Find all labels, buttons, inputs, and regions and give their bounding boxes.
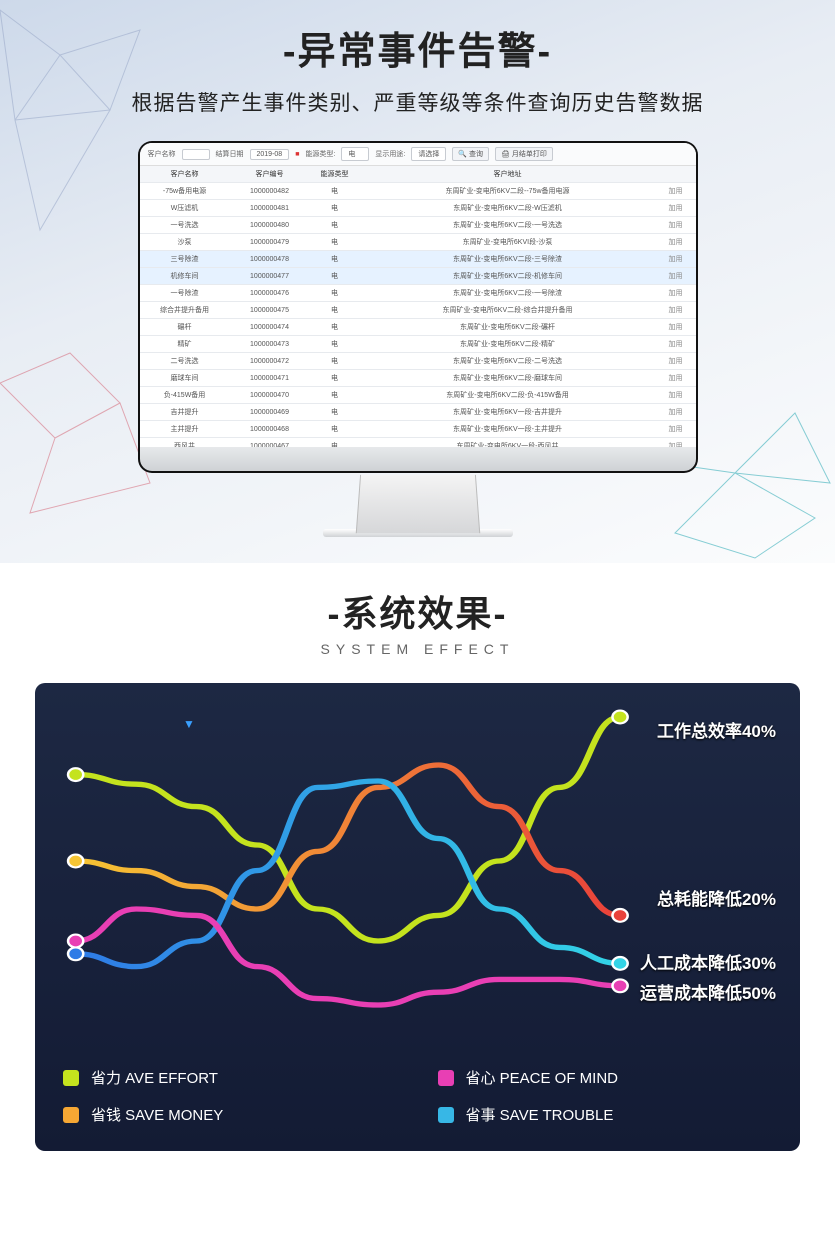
table-row[interactable]: 二号洗选1000000472电东周矿业-变电所6KV二段-二号洗选加用 xyxy=(140,353,696,370)
column-header: 客户地址 xyxy=(360,166,656,183)
effect-section: -系统效果- SYSTEM EFFECT ▼ 工作总效率40%总耗能降低20%人… xyxy=(0,563,835,1151)
legend-swatch xyxy=(438,1107,454,1123)
date-input[interactable]: 2019-08 xyxy=(250,149,290,160)
alarm-section: -异常事件告警- 根据告警产生事件类别、严重等级等条件查询历史告警数据 客户名称… xyxy=(0,0,835,563)
legend-label: 省钱 SAVE MONEY xyxy=(91,1104,223,1125)
table-row[interactable]: W压滤机1000000481电东周矿业-变电所6KV二段-W压滤机加用 xyxy=(140,200,696,217)
series-start-dot xyxy=(68,855,83,868)
legend-label: 省心 PEACE OF MIND xyxy=(466,1067,619,1088)
effect-subtitle: SYSTEM EFFECT xyxy=(0,641,835,657)
purpose-label: 显示用途: xyxy=(375,149,405,159)
data-table: 客户名称客户编号能源类型客户地址 -75w备用电源1000000482电东周矿业… xyxy=(140,166,696,447)
table-row[interactable]: 磨球车间1000000471电东周矿业-变电所6KV二段-磨球车间加用 xyxy=(140,370,696,387)
purpose-select[interactable]: 请选择 xyxy=(411,147,446,161)
date-label: 结算日期 xyxy=(216,149,244,159)
column-header xyxy=(656,166,696,183)
chart-area: ▼ 工作总效率40%总耗能降低20%人工成本降低30%运营成本降低50% xyxy=(63,717,772,1037)
legend-item: 省心 PEACE OF MIND xyxy=(438,1067,773,1088)
series-line xyxy=(76,717,620,941)
table-row[interactable]: 主井提升1000000468电东周矿业-变电所6KV一段-主井提升加用 xyxy=(140,421,696,438)
legend-label: 省事 SAVE TROUBLE xyxy=(466,1104,614,1125)
monitor-mockup: 客户名称 结算日期 2019-08 ■ 能源类型: 电 显示用途: 请选择 🔍 … xyxy=(138,141,698,537)
series-end-dot xyxy=(612,711,627,724)
table-row[interactable]: 一号洗选1000000480电东周矿业-变电所6KV二段-一号洗选加用 xyxy=(140,217,696,234)
legend-item: 省钱 SAVE MONEY xyxy=(63,1104,398,1125)
query-button[interactable]: 🔍 查询 xyxy=(452,147,489,161)
table-row[interactable]: 三号除渣1000000478电东周矿业-变电所6KV二段-三号除渣加用 xyxy=(140,251,696,268)
series-end-label: 人工成本降低30% xyxy=(640,949,776,974)
type-select[interactable]: 电 xyxy=(341,147,369,161)
series-end-label: 总耗能降低20% xyxy=(657,885,776,910)
series-end-label: 运营成本降低50% xyxy=(640,979,776,1004)
series-end-dot xyxy=(612,909,627,922)
table-row[interactable]: 机修车间1000000477电东周矿业-变电所6KV二段-机修车间加用 xyxy=(140,268,696,285)
table-row[interactable]: -75w备用电源1000000482电东周矿业-变电所6KV二段--75w备用电… xyxy=(140,183,696,200)
series-end-dot xyxy=(612,979,627,992)
table-row[interactable]: 精矿1000000473电东周矿业-变电所6KV二段-精矿加用 xyxy=(140,336,696,353)
legend-swatch xyxy=(438,1070,454,1086)
table-row[interactable]: 沙泵1000000479电东周矿业-变电所6KVI段-沙泵加用 xyxy=(140,234,696,251)
column-header: 客户编号 xyxy=(230,166,310,183)
table-row[interactable]: 一号除渣1000000476电东周矿业-变电所6KV二段-一号除渣加用 xyxy=(140,285,696,302)
name-input[interactable] xyxy=(182,149,210,160)
table-row[interactable]: 吉井提升1000000469电东周矿业-变电所6KV一段-吉井提升加用 xyxy=(140,404,696,421)
table-row[interactable]: 负-415W备用1000000470电东周矿业-变电所6KV二段-负-415W备… xyxy=(140,387,696,404)
print-button[interactable]: 🖨 月结单打印 xyxy=(495,147,553,161)
type-label: 能源类型: xyxy=(305,149,335,159)
table-app: 客户名称 结算日期 2019-08 ■ 能源类型: 电 显示用途: 请选择 🔍 … xyxy=(140,143,696,447)
legend-item: 省力 AVE EFFORT xyxy=(63,1067,398,1088)
legend-label: 省力 AVE EFFORT xyxy=(91,1067,218,1088)
effect-title: -系统效果- xyxy=(0,585,835,637)
chart-legend: 省力 AVE EFFORT 省心 PEACE OF MIND 省钱 SAVE MON… xyxy=(63,1067,772,1125)
series-start-dot xyxy=(68,935,83,948)
table-row[interactable]: 碾杆1000000474电东周矿业-变电所6KV二段-碾杆加用 xyxy=(140,319,696,336)
legend-swatch xyxy=(63,1107,79,1123)
chart-card: ▼ 工作总效率40%总耗能降低20%人工成本降低30%运营成本降低50% 省力 … xyxy=(35,683,800,1151)
required-icon: ■ xyxy=(295,151,299,158)
toolbar: 客户名称 结算日期 2019-08 ■ 能源类型: 电 显示用途: 请选择 🔍 … xyxy=(140,143,696,166)
decoration-bottom-left xyxy=(0,343,160,543)
column-header: 客户名称 xyxy=(140,166,230,183)
name-label: 客户名称 xyxy=(148,149,176,159)
monitor-chin xyxy=(138,447,698,473)
series-end-label: 工作总效率40% xyxy=(657,717,776,742)
series-end-dot xyxy=(612,957,627,970)
series-start-dot xyxy=(68,947,83,960)
table-row[interactable]: 综合井提升备用1000000475电东周矿业-变电所6KV二段-综合井提升备用加… xyxy=(140,302,696,319)
table-row[interactable]: 西风井1000000467电东周矿业-变电所6KV一段-西风井加用 xyxy=(140,438,696,448)
legend-item: 省事 SAVE TROUBLE xyxy=(438,1104,773,1125)
series-start-dot xyxy=(68,768,83,781)
column-header: 能源类型 xyxy=(310,166,360,183)
legend-swatch xyxy=(63,1070,79,1086)
